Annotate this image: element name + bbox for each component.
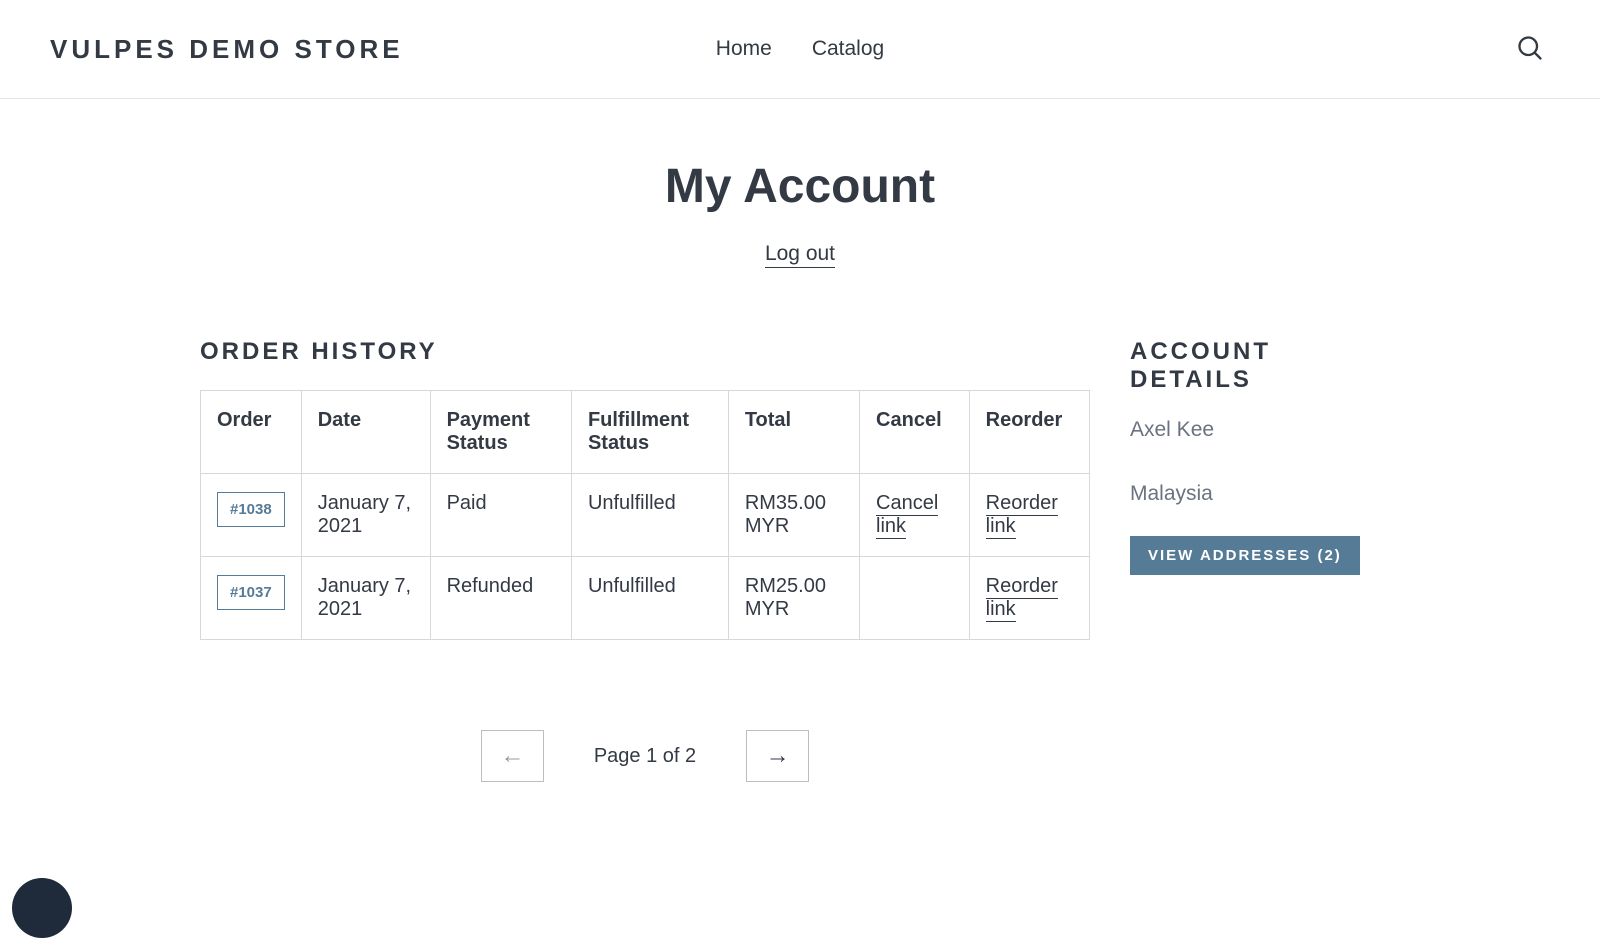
order-link[interactable]: #1038 [217, 492, 285, 527]
order-cancel-empty [860, 557, 970, 640]
order-total: RM35.00 MYR [728, 474, 859, 557]
arrow-right-icon: → [766, 742, 790, 770]
col-fulfillment-status: Fulfillment Status [571, 391, 728, 474]
chat-launcher[interactable] [12, 878, 72, 938]
order-history-section: ORDER HISTORY Order Date Payment Status … [200, 338, 1090, 782]
table-row: #1038 January 7, 2021 Paid Unfulfilled R… [201, 474, 1090, 557]
order-total: RM25.00 MYR [728, 557, 859, 640]
page-title: My Account [0, 159, 1600, 214]
account-details-section: ACCOUNT DETAILS Axel Kee Malaysia VIEW A… [1130, 338, 1400, 782]
col-date: Date [301, 391, 430, 474]
pagination-next[interactable]: → [746, 730, 809, 782]
search-button[interactable] [1510, 28, 1550, 71]
col-payment-status: Payment Status [430, 391, 571, 474]
search-icon [1516, 34, 1544, 62]
account-country: Malaysia [1130, 482, 1400, 506]
order-fulfillment-status: Unfulfilled [571, 474, 728, 557]
order-history-heading: ORDER HISTORY [200, 338, 1090, 366]
table-row: #1037 January 7, 2021 Refunded Unfulfill… [201, 557, 1090, 640]
cancel-link[interactable]: Cancel link [876, 492, 938, 539]
nav-home[interactable]: Home [716, 37, 772, 61]
order-history-table: Order Date Payment Status Fulfillment St… [200, 390, 1090, 640]
col-order: Order [201, 391, 302, 474]
col-total: Total [728, 391, 859, 474]
pagination-prev[interactable]: ← [481, 730, 544, 782]
logout-link[interactable]: Log out [765, 242, 835, 268]
pagination: ← Page 1 of 2 → [200, 730, 1090, 782]
order-payment-status: Refunded [430, 557, 571, 640]
view-addresses-button[interactable]: VIEW ADDRESSES (2) [1130, 536, 1360, 575]
site-header: VULPES DEMO STORE Home Catalog [0, 0, 1600, 99]
main-nav: Home Catalog [716, 37, 884, 61]
col-reorder: Reorder [969, 391, 1089, 474]
nav-catalog[interactable]: Catalog [812, 37, 884, 61]
order-date: January 7, 2021 [301, 474, 430, 557]
table-header-row: Order Date Payment Status Fulfillment St… [201, 391, 1090, 474]
order-fulfillment-status: Unfulfilled [571, 557, 728, 640]
reorder-link[interactable]: Reorder link [986, 575, 1058, 622]
account-name: Axel Kee [1130, 418, 1400, 442]
account-details-heading: ACCOUNT DETAILS [1130, 338, 1400, 394]
arrow-left-icon: ← [500, 742, 524, 770]
reorder-link[interactable]: Reorder link [986, 492, 1058, 539]
page-title-block: My Account Log out [0, 159, 1600, 268]
col-cancel: Cancel [860, 391, 970, 474]
page-indicator: Page 1 of 2 [594, 745, 696, 768]
order-date: January 7, 2021 [301, 557, 430, 640]
brand-title[interactable]: VULPES DEMO STORE [50, 34, 404, 65]
order-link[interactable]: #1037 [217, 575, 285, 610]
order-payment-status: Paid [430, 474, 571, 557]
content-columns: ORDER HISTORY Order Date Payment Status … [0, 338, 1600, 782]
